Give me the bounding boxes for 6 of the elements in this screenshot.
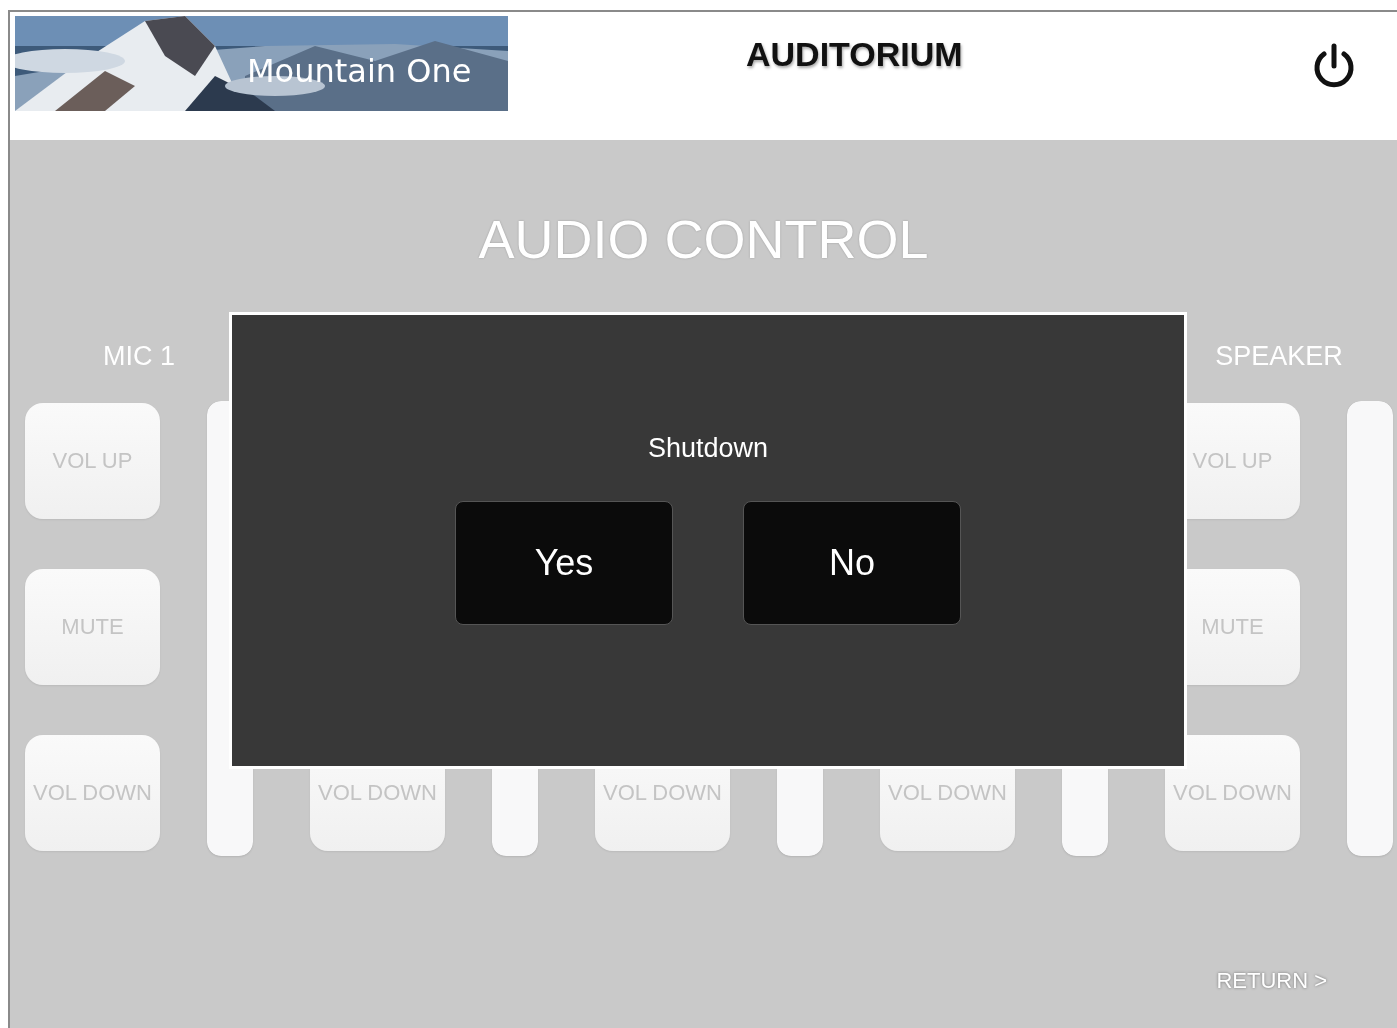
room-title: AUDITORIUM	[746, 34, 963, 75]
dialog-button[interactable]: No	[743, 501, 961, 625]
logo-text: Mountain One	[247, 54, 472, 90]
dialog-button[interactable]: Yes	[455, 501, 673, 625]
volume-slider[interactable]	[1347, 401, 1393, 856]
dialog-title: Shutdown	[647, 435, 769, 462]
